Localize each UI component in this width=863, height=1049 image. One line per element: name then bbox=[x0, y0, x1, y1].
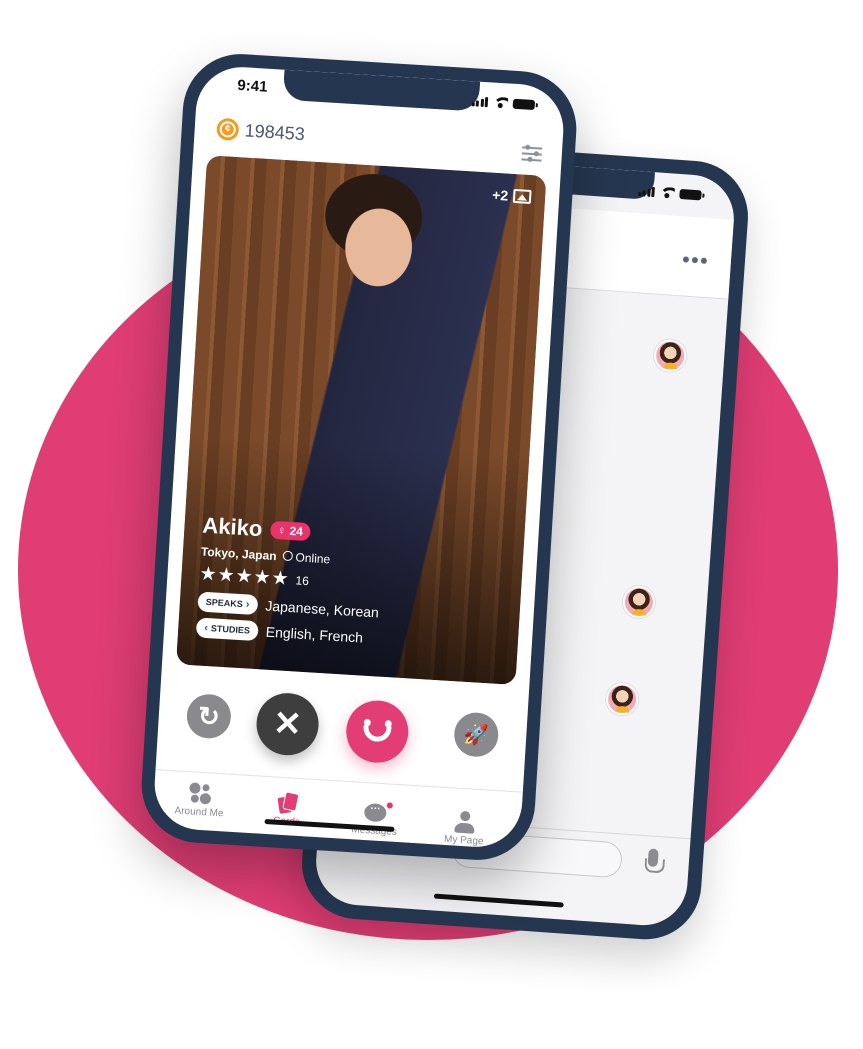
profile-name: Akiko bbox=[201, 512, 264, 542]
sender-avatar[interactable] bbox=[621, 585, 657, 620]
rocket-icon: 🚀 bbox=[463, 723, 490, 747]
cards-phone: 9:41 ¢ 198453 +2 Akiko ♀ 24 Tokyo, Japan… bbox=[138, 50, 580, 864]
online-status: Online bbox=[295, 550, 331, 567]
coin-icon: ¢ bbox=[216, 117, 240, 142]
sender-avatar[interactable] bbox=[653, 338, 688, 373]
tab-around-me[interactable]: Around Me bbox=[159, 779, 241, 821]
more-options-icon[interactable] bbox=[682, 256, 708, 265]
around-me-icon bbox=[188, 782, 212, 805]
signal-icon bbox=[637, 186, 655, 197]
sender-avatar[interactable] bbox=[605, 682, 640, 717]
rating-stars: ★★★★★ bbox=[198, 563, 291, 590]
boost-button[interactable]: 🚀 bbox=[452, 711, 500, 758]
clock-icon bbox=[282, 550, 293, 562]
battery-icon bbox=[512, 98, 536, 110]
notification-badge bbox=[386, 802, 393, 809]
filter-sliders-icon[interactable] bbox=[521, 144, 543, 163]
battery-icon bbox=[679, 188, 702, 200]
profile-card[interactable]: +2 Akiko ♀ 24 Tokyo, Japan Online ★★★★★ … bbox=[176, 155, 547, 685]
photo-count-label: +2 bbox=[491, 186, 509, 204]
like-button[interactable] bbox=[344, 698, 411, 765]
speaks-pill: SPEAKS › bbox=[197, 591, 259, 616]
person-icon bbox=[453, 810, 476, 833]
cards-screen: 9:41 ¢ 198453 +2 Akiko ♀ 24 Tokyo, Japan… bbox=[152, 64, 566, 850]
studies-label: STUDIES bbox=[210, 623, 251, 636]
undo-button[interactable]: ↻ bbox=[185, 693, 233, 740]
home-indicator bbox=[433, 893, 564, 908]
wifi-icon bbox=[659, 187, 675, 199]
tab-messages[interactable]: ··· Messages bbox=[334, 797, 416, 839]
image-icon bbox=[512, 188, 532, 205]
studies-languages: English, French bbox=[265, 623, 364, 646]
status-time: 9:41 bbox=[236, 76, 268, 96]
status-icons bbox=[471, 95, 536, 110]
photo-count[interactable]: +2 bbox=[492, 187, 532, 205]
profile-location: Tokyo, Japan bbox=[200, 544, 278, 564]
chevron-left-icon: ‹ bbox=[203, 621, 209, 635]
messages-icon: ··· bbox=[363, 802, 393, 823]
card-actions: ↻ ✕ 🚀 bbox=[156, 681, 528, 783]
tab-bar: Around Me Cards ··· Messages My Page bbox=[152, 769, 523, 850]
speaks-languages: Japanese, Korean bbox=[264, 597, 380, 621]
wifi-icon bbox=[493, 97, 509, 109]
undo-icon: ↻ bbox=[197, 700, 221, 732]
phone-notch bbox=[282, 69, 481, 112]
tab-my-page[interactable]: My Page bbox=[424, 807, 506, 849]
speaks-label: SPEAKS bbox=[205, 596, 244, 610]
profile-info: Akiko ♀ 24 Tokyo, Japan Online ★★★★★ 16 … bbox=[195, 512, 385, 649]
dislike-button[interactable]: ✕ bbox=[254, 691, 321, 757]
close-icon: ✕ bbox=[272, 704, 303, 744]
chevron-right-icon: › bbox=[245, 598, 250, 611]
cards-icon bbox=[276, 791, 300, 816]
signal-icon bbox=[471, 96, 489, 107]
studies-pill: ‹ STUDIES bbox=[195, 617, 259, 642]
rating-count: 16 bbox=[295, 572, 310, 588]
smile-icon bbox=[358, 717, 396, 747]
microphone-icon[interactable] bbox=[644, 848, 662, 879]
status-icons bbox=[637, 185, 702, 200]
gender-age-badge: ♀ 24 bbox=[269, 520, 311, 542]
coin-count: 198453 bbox=[244, 119, 306, 144]
coin-balance[interactable]: ¢ 198453 bbox=[216, 117, 306, 145]
